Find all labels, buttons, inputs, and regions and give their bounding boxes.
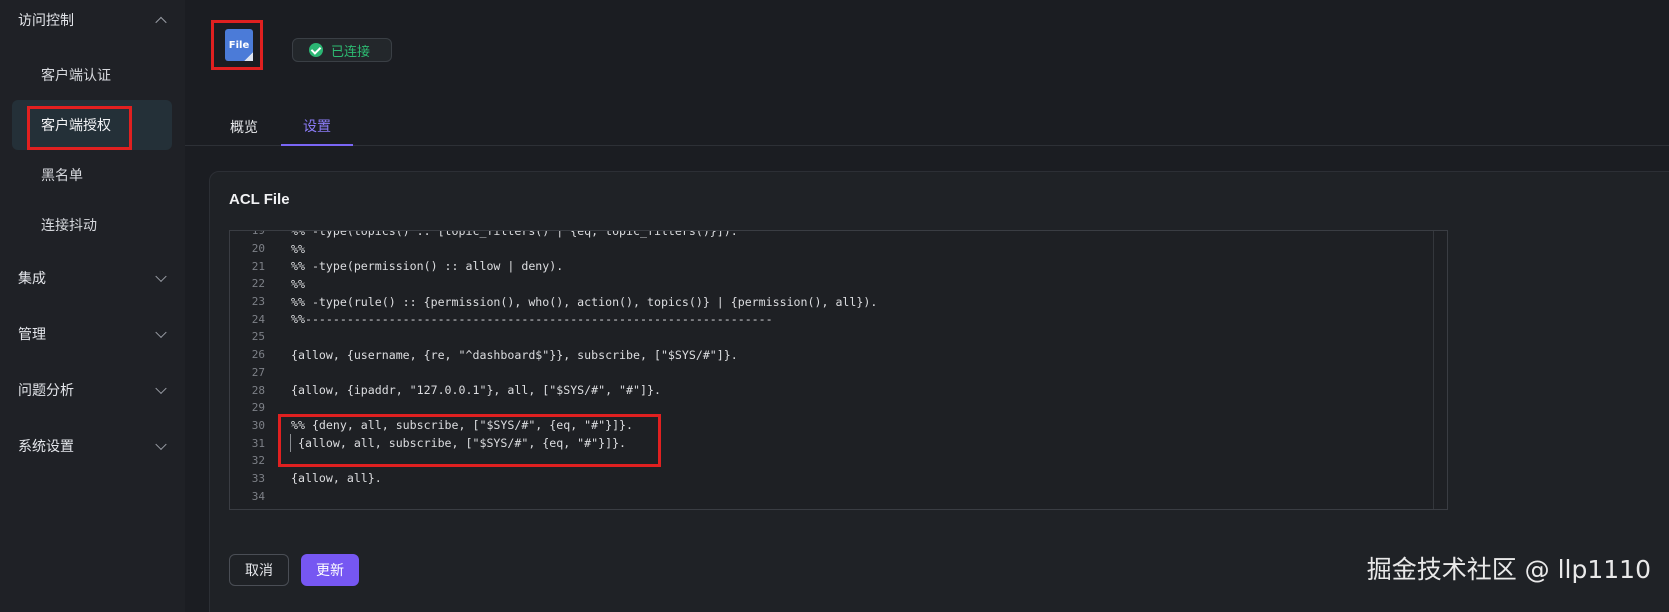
- code-text: %%--------------------------------------…: [291, 312, 773, 327]
- nav-group-label: 访问控制: [18, 13, 74, 29]
- status-badge: 已连接: [292, 38, 392, 62]
- update-button[interactable]: 更新: [301, 554, 359, 586]
- line-number: 28: [251, 383, 265, 397]
- scrollbar[interactable]: [1433, 231, 1447, 509]
- nav-group-integration[interactable]: 集成: [0, 256, 185, 300]
- tab-label: 概览: [230, 120, 258, 136]
- code-text: %% {deny, all, subscribe, ["$SYS/#", {eq…: [291, 418, 634, 433]
- code-text: {allow, all, subscribe, ["$SYS/#", {eq, …: [291, 436, 627, 451]
- line-number: 22: [251, 277, 265, 291]
- code-line: 22%%: [230, 275, 1430, 293]
- sidebar-item-label: 客户端授权: [41, 118, 111, 134]
- text-cursor: [290, 434, 291, 452]
- code-text: {allow, all}.: [291, 471, 382, 486]
- card-title: ACL File: [229, 191, 290, 208]
- code-line: 21 %% -type(permission() :: allow | deny)…: [230, 257, 1430, 275]
- sidebar: 访问控制 客户端认证 客户端授权 黑名单 连接抖动 集成 管理 问题分析 系统设…: [0, 0, 185, 612]
- code-text: %% -type(permission() :: allow | deny).: [291, 259, 564, 274]
- chevron-down-icon: [155, 326, 167, 339]
- nav-group-label: 管理: [18, 327, 46, 343]
- sidebar-item-client-authorization[interactable]: 客户端授权: [12, 100, 172, 150]
- sidebar-item-flapping[interactable]: 连接抖动: [0, 200, 185, 250]
- line-number: 33: [251, 471, 265, 485]
- nav-group-management[interactable]: 管理: [0, 312, 185, 356]
- chevron-down-icon: [155, 438, 167, 451]
- cancel-button[interactable]: 取消: [229, 554, 289, 586]
- chevron-down-icon: [155, 270, 167, 283]
- code-text: {allow, {username, {re, "^dashboard$"}},…: [291, 347, 738, 362]
- code-line: 24 %%------------------------------------…: [230, 310, 1430, 328]
- code-text: {allow, {ipaddr, "127.0.0.1"}, all, ["$S…: [291, 383, 661, 398]
- sidebar-item-blacklist[interactable]: 黑名单: [0, 150, 185, 200]
- tab-label: 设置: [303, 119, 331, 135]
- code-line: 30 %% {deny, all, subscribe, ["$SYS/#", {…: [230, 417, 1430, 435]
- nav-group-diagnostics[interactable]: 问题分析: [0, 368, 185, 412]
- code-lines: 19 %% -type(topics() :: [topic_filters() …: [230, 230, 1430, 505]
- code-line: 23 %% -type(rule() :: {permission(), who(…: [230, 293, 1430, 311]
- code-line: 26 {allow, {username, {re, "^dashboard$"}…: [230, 346, 1430, 364]
- sidebar-item-client-authentication[interactable]: 客户端认证: [0, 50, 185, 100]
- code-line: 34: [230, 487, 1430, 505]
- code-line: 19 %% -type(topics() :: [topic_filters() …: [230, 230, 1430, 240]
- line-number: 30: [251, 418, 265, 432]
- code-line: 33 {allow, all}.: [230, 470, 1430, 488]
- nav-group-label: 问题分析: [18, 383, 74, 399]
- line-number: 20: [251, 242, 265, 256]
- line-number: 26: [251, 348, 265, 362]
- code-text: %%: [291, 241, 305, 256]
- file-icon: File: [225, 29, 253, 61]
- chevron-down-icon: [155, 382, 167, 395]
- code-line: 20%%: [230, 240, 1430, 258]
- code-editor[interactable]: 19 %% -type(topics() :: [topic_filters() …: [229, 230, 1448, 510]
- sidebar-item-label: 客户端认证: [41, 68, 111, 84]
- sidebar-item-label: 黑名单: [41, 168, 83, 184]
- line-number: 24: [251, 312, 265, 326]
- code-line: 27: [230, 364, 1430, 382]
- line-number: 27: [251, 365, 265, 379]
- status-text: 已连接: [331, 44, 371, 60]
- line-number: 25: [251, 330, 265, 344]
- code-line: 29: [230, 399, 1430, 417]
- check-circle-icon: [309, 43, 323, 57]
- tab-bar: 概览 设置: [185, 108, 1669, 146]
- code-text: %%: [291, 276, 305, 291]
- tab-settings[interactable]: 设置: [281, 108, 353, 146]
- code-line: 31 {allow, all, subscribe, ["$SYS/#", {e…: [230, 434, 1430, 452]
- code-line: 25: [230, 328, 1430, 346]
- nav-group-label: 系统设置: [18, 439, 74, 455]
- line-number: 29: [251, 401, 265, 415]
- nav-group-label: 集成: [18, 271, 46, 287]
- line-number: 19: [251, 230, 265, 238]
- line-number: 21: [251, 259, 265, 273]
- nav-group-access-control[interactable]: 访问控制: [0, 0, 185, 42]
- sidebar-item-label: 连接抖动: [41, 218, 97, 234]
- code-text: %% -type(topics() :: [topic_filters() | …: [291, 230, 738, 238]
- line-number: 31: [251, 436, 265, 450]
- tab-overview[interactable]: 概览: [230, 108, 258, 146]
- line-number: 32: [251, 454, 265, 468]
- chevron-up-icon: [155, 16, 167, 29]
- code-text: %% -type(rule() :: {permission(), who(),…: [291, 294, 878, 309]
- nav-group-system-settings[interactable]: 系统设置: [0, 424, 185, 468]
- watermark: 掘金技术社区 @ llp1110: [1366, 555, 1651, 584]
- line-number: 23: [251, 295, 265, 309]
- file-icon-label: File: [228, 39, 250, 51]
- code-line: 28 {allow, {ipaddr, "127.0.0.1"}, all, ["…: [230, 381, 1430, 399]
- line-number: 34: [251, 489, 265, 503]
- code-line: 32: [230, 452, 1430, 470]
